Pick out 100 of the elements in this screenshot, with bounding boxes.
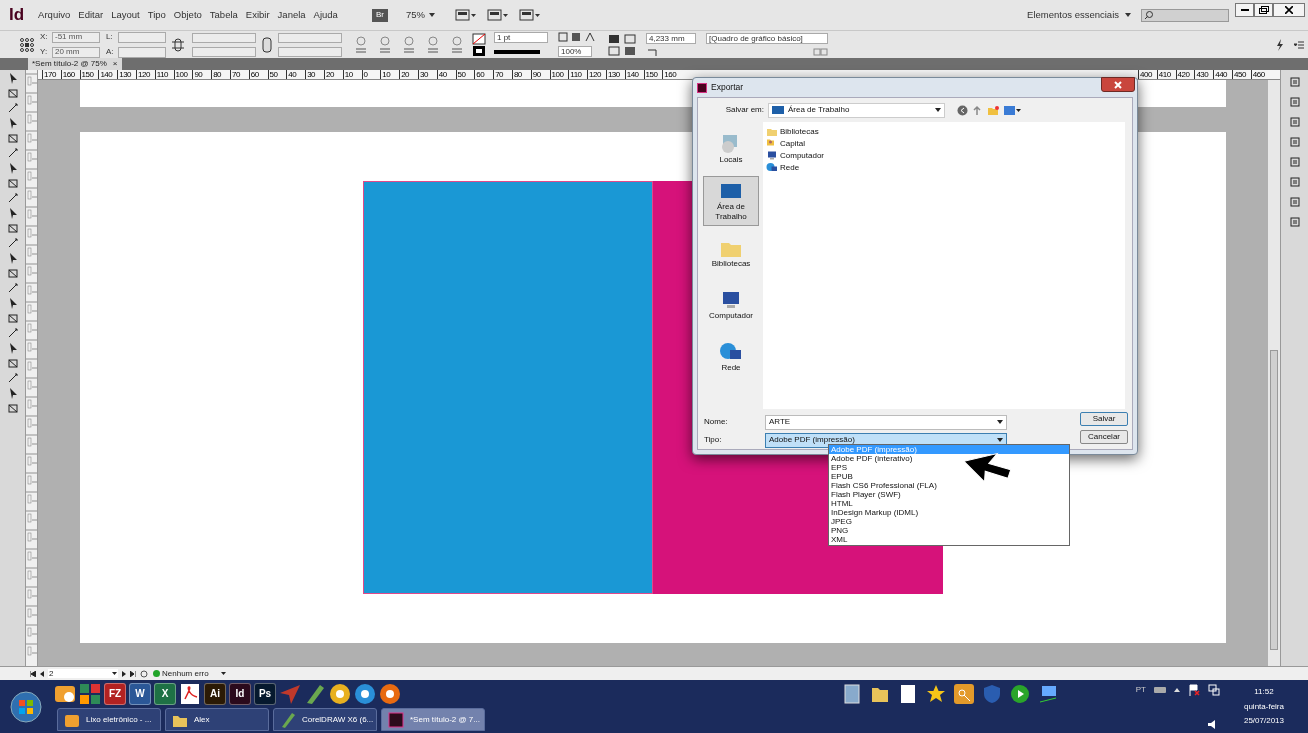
list-option[interactable]: Flash CS6 Professional (FLA)	[829, 481, 1069, 490]
no-fill-swatch-icon[interactable]	[472, 32, 486, 57]
browser-icon[interactable]	[329, 682, 351, 705]
next-page-icon[interactable]	[122, 670, 126, 677]
previous-page-icon[interactable]	[40, 670, 44, 677]
app-icon[interactable]: FZ	[104, 682, 126, 705]
input-field[interactable]: 20 mm	[52, 46, 100, 58]
menu-item[interactable]: Layout	[107, 7, 144, 23]
lightning-icon[interactable]	[1276, 38, 1284, 51]
list-option[interactable]: XML	[829, 535, 1069, 544]
show-hidden-icons-icon[interactable]	[1173, 688, 1180, 692]
app-icon[interactable]: W	[129, 682, 151, 705]
speaker-icon[interactable]	[1207, 720, 1216, 729]
network-icon[interactable]	[1207, 684, 1220, 696]
panel-menu-icon[interactable]	[1294, 40, 1304, 49]
document-tab[interactable]: *Sem título-2 @ 75% ×	[28, 58, 122, 70]
language-indicator[interactable]: PT	[1135, 684, 1146, 696]
document-icon[interactable]	[898, 683, 918, 704]
caret-icon[interactable]	[220, 672, 226, 675]
arrow-app-icon[interactable]	[279, 682, 301, 705]
scrollbar-thumb[interactable]	[1270, 350, 1278, 650]
new-folder-icon[interactable]	[987, 104, 999, 116]
browser-icon[interactable]	[354, 682, 376, 705]
menu-item[interactable]: Tabela	[205, 7, 242, 23]
places-item[interactable]: Locais	[703, 124, 759, 174]
places-item[interactable]: Computador	[703, 280, 759, 330]
input-field[interactable]	[118, 46, 166, 58]
menu-item[interactable]: Tipo	[143, 7, 170, 23]
object-style-dropdown[interactable]: [Quadro de gráfico básico]	[706, 33, 828, 44]
scale-field[interactable]: 100%	[558, 46, 592, 57]
list-option[interactable]: Adobe PDF (interativo)	[829, 454, 1069, 463]
menu-item[interactable]: Exibir	[241, 7, 274, 23]
input-field[interactable]	[118, 31, 166, 43]
close-button[interactable]	[1101, 77, 1135, 92]
keyboard-icon[interactable]	[1153, 686, 1166, 694]
menu-item[interactable]: Editar	[74, 7, 108, 23]
places-item[interactable]: Bibliotecas	[703, 228, 759, 278]
calculator-icon[interactable]	[842, 683, 862, 704]
save-in-dropdown[interactable]: Área de Trabalho	[768, 102, 945, 118]
list-option[interactable]: HTML	[829, 499, 1069, 508]
menu-item[interactable]: Arquivo	[34, 7, 75, 23]
list-option[interactable]: EPS	[829, 463, 1069, 472]
pen-nib-app-icon[interactable]	[304, 682, 326, 705]
dialog-button[interactable]: Cancelar	[1080, 430, 1128, 444]
offset-field[interactable]: 4,233 mm	[646, 33, 696, 44]
preflight-status[interactable]: Nenhum erro	[153, 667, 209, 680]
list-option[interactable]: InDesign Markup (IDML)	[829, 508, 1069, 517]
file-name-field[interactable]: ARTE	[765, 414, 1007, 430]
dialog-button[interactable]: Salvar	[1080, 412, 1128, 426]
network-computers-icon[interactable]	[1038, 683, 1058, 704]
menu-item[interactable]: Ajuda	[309, 7, 342, 23]
view-options-icon[interactable]	[486, 9, 509, 21]
taskbar-button[interactable]: Lixo eletrônico - ...	[57, 708, 161, 731]
vertical-scrollbar[interactable]	[1268, 80, 1280, 666]
window-minimize-button[interactable]	[1235, 3, 1254, 17]
taskbar-button[interactable]: *Sem título-2 @ 7...	[381, 708, 485, 731]
list-option[interactable]: PNG	[829, 526, 1069, 535]
workspace-switcher[interactable]: Elementos essenciais	[1027, 7, 1131, 23]
file-item[interactable]: Computador	[780, 149, 825, 162]
start-button-icon[interactable]	[10, 690, 42, 723]
input-field[interactable]	[278, 32, 342, 43]
input-field[interactable]	[192, 32, 256, 43]
file-item[interactable]: Capital	[780, 137, 805, 150]
window-restore-button[interactable]	[1254, 3, 1273, 17]
tiles-app-icon[interactable]	[79, 682, 101, 705]
view-menu-icon[interactable]	[1003, 104, 1021, 116]
list-option[interactable]: EPUB	[829, 472, 1069, 481]
preflight-icon[interactable]	[140, 669, 149, 678]
arrange-documents-icon[interactable]	[518, 9, 541, 21]
places-item[interactable]: Rede	[703, 332, 759, 382]
first-page-icon[interactable]	[30, 670, 36, 677]
play-icon[interactable]	[1010, 683, 1030, 704]
file-item[interactable]: Rede	[780, 161, 800, 174]
zoom-dropdown[interactable]: 75%	[405, 7, 435, 23]
input-field[interactable]: -51 mm	[52, 31, 100, 43]
page-number-field[interactable]: 2	[48, 669, 118, 678]
frame-fitting-icon[interactable]	[608, 33, 638, 56]
input-field[interactable]	[192, 46, 256, 57]
star-icon[interactable]	[926, 683, 946, 704]
input-field[interactable]	[278, 46, 342, 57]
app-icon[interactable]: Id	[229, 682, 251, 705]
list-option[interactable]: Flash Player (SWF)	[829, 490, 1069, 499]
app-icon[interactable]: Ps	[254, 682, 276, 705]
tab-close-button[interactable]: ×	[112, 58, 118, 70]
menu-item[interactable]: Janela	[273, 7, 310, 23]
list-option[interactable]: JPEG	[829, 517, 1069, 526]
file-item[interactable]: Bibliotecas	[780, 125, 819, 138]
back-icon[interactable]	[957, 104, 968, 116]
browser-icon[interactable]	[379, 682, 401, 705]
taskbar-button[interactable]: CorelDRAW X6 (6...	[273, 708, 377, 731]
taskbar-button[interactable]: Alex	[165, 708, 269, 731]
reference-point-icon[interactable]	[20, 37, 34, 52]
up-folder-icon[interactable]	[972, 104, 983, 116]
stroke-weight-dropdown[interactable]: 1 pt	[494, 32, 548, 43]
places-item[interactable]: Área de Trabalho	[703, 176, 759, 226]
pdf-app-icon[interactable]	[179, 682, 201, 705]
app-icon[interactable]: X	[154, 682, 176, 705]
search-field[interactable]	[1141, 8, 1229, 22]
menu-item[interactable]: Objeto	[169, 7, 206, 23]
flag-icon[interactable]	[1187, 684, 1200, 696]
